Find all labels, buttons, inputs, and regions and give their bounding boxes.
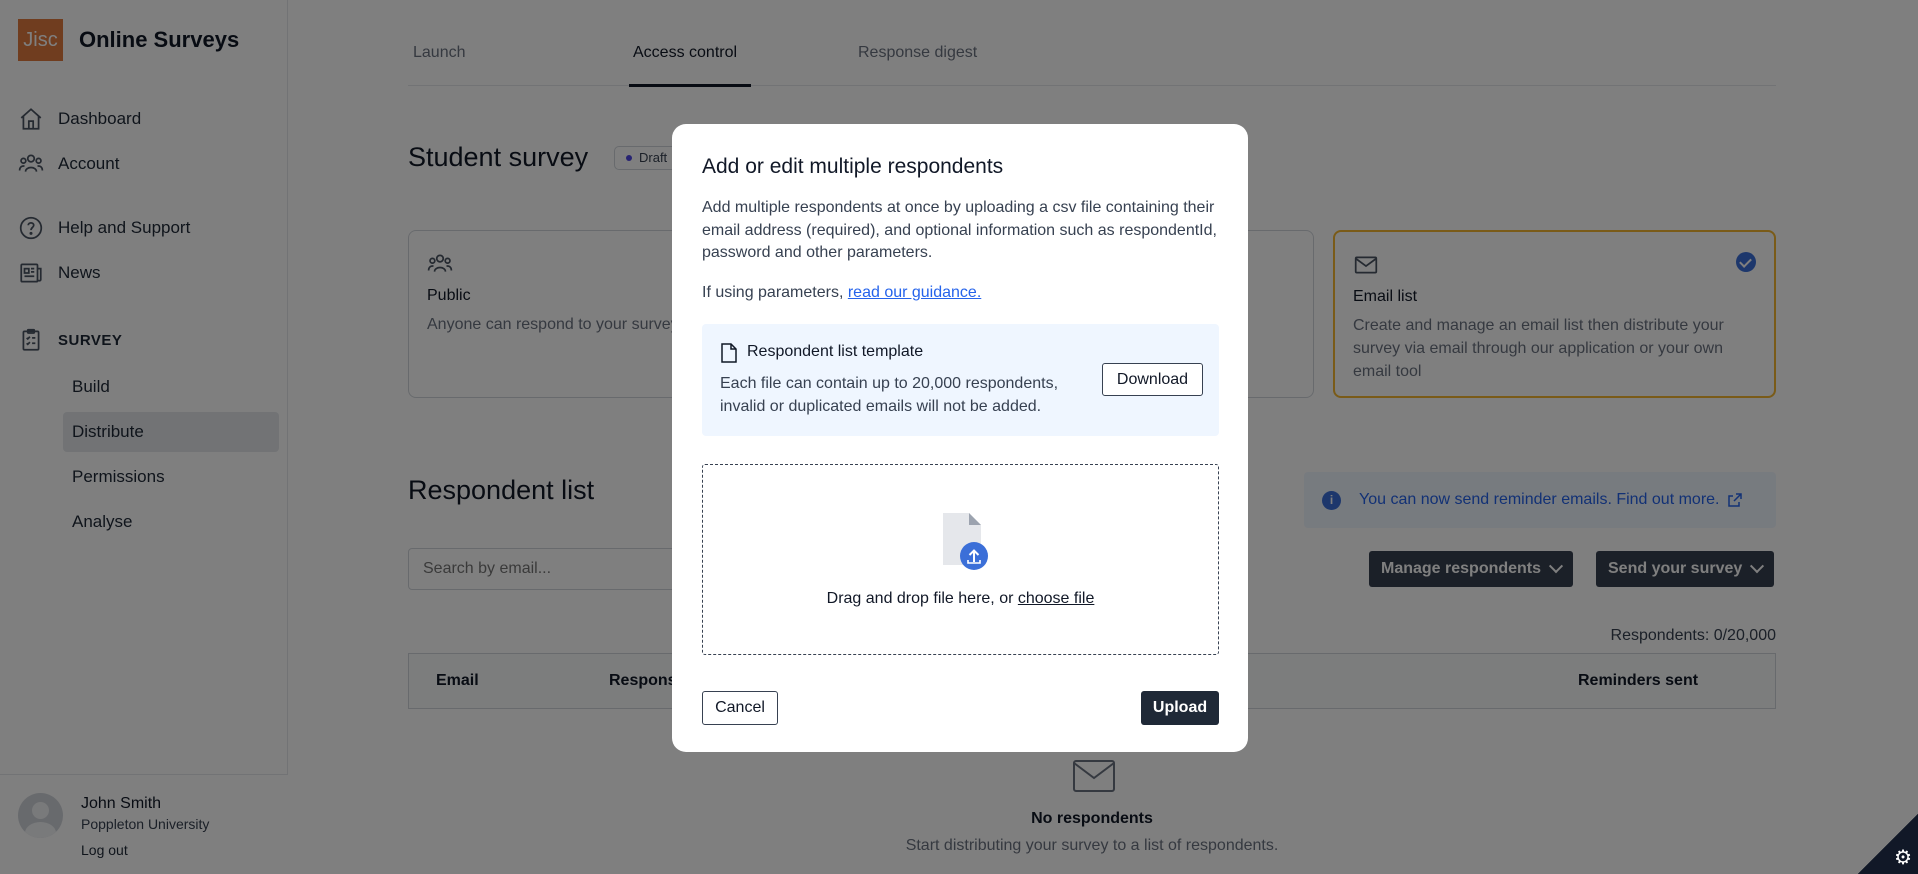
- template-title: Respondent list template: [747, 343, 924, 360]
- upload-file-icon: [943, 513, 988, 570]
- template-box: Respondent list template Each file can c…: [702, 324, 1219, 436]
- download-button[interactable]: Download: [1102, 363, 1203, 396]
- dropzone-text: Drag and drop file here, or choose file: [703, 590, 1218, 608]
- modal-description: Add multiple respondents at once by uplo…: [702, 199, 1217, 261]
- file-icon: [721, 343, 737, 363]
- choose-file-link[interactable]: choose file: [1018, 590, 1095, 607]
- file-dropzone[interactable]: Drag and drop file here, or choose file: [702, 464, 1219, 655]
- gear-icon: ⚙: [1894, 847, 1912, 869]
- guidance-link[interactable]: read our guidance.: [848, 284, 981, 301]
- add-respondents-modal: Add or edit multiple respondents Add mul…: [672, 124, 1248, 752]
- params-prefix: If using parameters,: [702, 284, 848, 301]
- cancel-button[interactable]: Cancel: [702, 691, 778, 725]
- modal-title: Add or edit multiple respondents: [702, 155, 1004, 178]
- settings-corner[interactable]: ⚙: [1858, 814, 1918, 874]
- modal-params-text: If using parameters, read our guidance.: [702, 284, 981, 302]
- template-description: Each file can contain up to 20,000 respo…: [720, 375, 1059, 415]
- upload-button[interactable]: Upload: [1141, 691, 1219, 725]
- drop-prefix: Drag and drop file here, or: [826, 590, 1018, 607]
